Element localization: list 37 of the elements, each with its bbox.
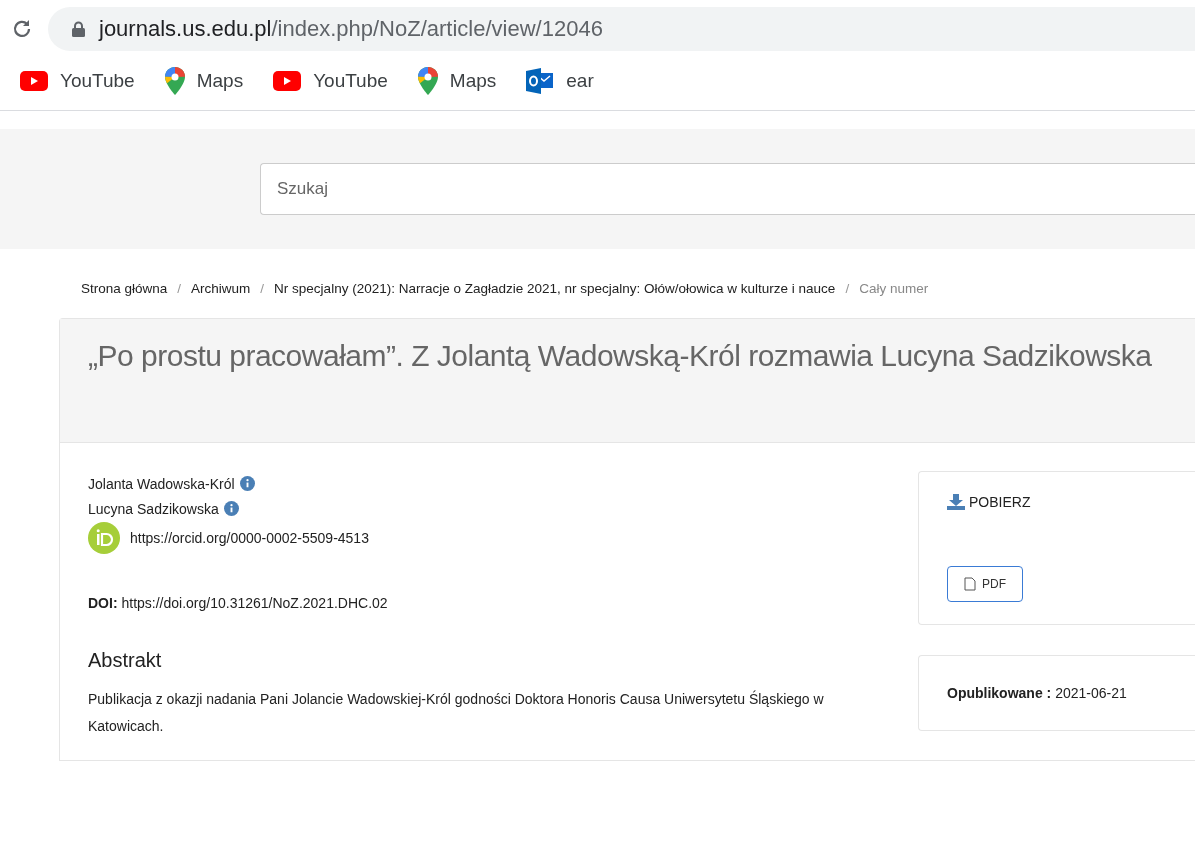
breadcrumb-link[interactable]: Strona główna bbox=[81, 281, 168, 296]
video-play-icon bbox=[20, 71, 48, 91]
published-date: 2021-06-21 bbox=[1055, 685, 1127, 701]
breadcrumb-separator: / bbox=[177, 281, 182, 296]
url-text: journals.us.edu.pl/index.php/NoZ/article/view/12046 bbox=[99, 16, 603, 42]
doi-link[interactable]: https://doi.org/10.31261/NoZ.2021.DHC.02 bbox=[121, 595, 388, 611]
abstract-text: Publikacja z okazji nadania Pani Jolancie Wadowskiej-Król godności Doktora Honoris Causa Uniwersytetu Śląskiego w Katowicach. bbox=[88, 689, 825, 736]
bookmark[interactable]: Maps bbox=[417, 67, 497, 95]
video-play-icon bbox=[273, 71, 302, 91]
breadcrumb-link[interactable]: Nr specjalny (2021): Narracje o Zagładzie 2021, nr specjalny: Ołów/ołowica w kulturze i nauce bbox=[274, 281, 836, 296]
map-pin-icon bbox=[417, 67, 438, 95]
bookmark[interactable]: YouTube bbox=[273, 70, 388, 92]
doi-label: DOI: bbox=[88, 595, 118, 611]
download-icon bbox=[947, 494, 965, 510]
orcid-link[interactable]: https://orcid.org/0000-0002-5509-4513 bbox=[130, 530, 369, 546]
info-icon[interactable] bbox=[223, 501, 239, 516]
mail-icon bbox=[526, 68, 555, 94]
bookmark[interactable]: Maps bbox=[164, 67, 244, 95]
published-label: Opublikowane : bbox=[947, 685, 1052, 701]
pdf-button[interactable]: PDF bbox=[947, 566, 1023, 602]
breadcrumb-link[interactable]: Cały numer bbox=[859, 281, 929, 296]
download-heading: POBIERZ bbox=[969, 494, 1031, 510]
map-pin-icon bbox=[164, 67, 185, 95]
author-name: Lucyna Sadzikowska bbox=[88, 500, 219, 517]
bookmark[interactable]: ear bbox=[526, 68, 594, 94]
breadcrumb-separator: / bbox=[845, 281, 850, 296]
breadcrumb-separator: / bbox=[260, 281, 265, 296]
bookmark[interactable]: YouTube bbox=[20, 70, 135, 92]
breadcrumb-link[interactable]: Archiwum bbox=[191, 281, 251, 296]
info-icon[interactable] bbox=[239, 476, 255, 491]
author-name: Jolanta Wadowska-Król bbox=[88, 475, 235, 492]
address-bar[interactable]: journals.us.edu.pl/index.php/NoZ/article/view/12046 bbox=[48, 7, 1195, 51]
lock-icon bbox=[72, 21, 85, 37]
file-icon bbox=[964, 577, 976, 591]
abstract-heading: Abstrakt bbox=[88, 649, 162, 672]
search-field[interactable]: Szukaj bbox=[260, 163, 1195, 215]
article-title: „Po prostu pracowałam”. Z Jolantą Wadowską-Król rozmawia Lucyna Sadzikowska bbox=[88, 339, 1153, 373]
